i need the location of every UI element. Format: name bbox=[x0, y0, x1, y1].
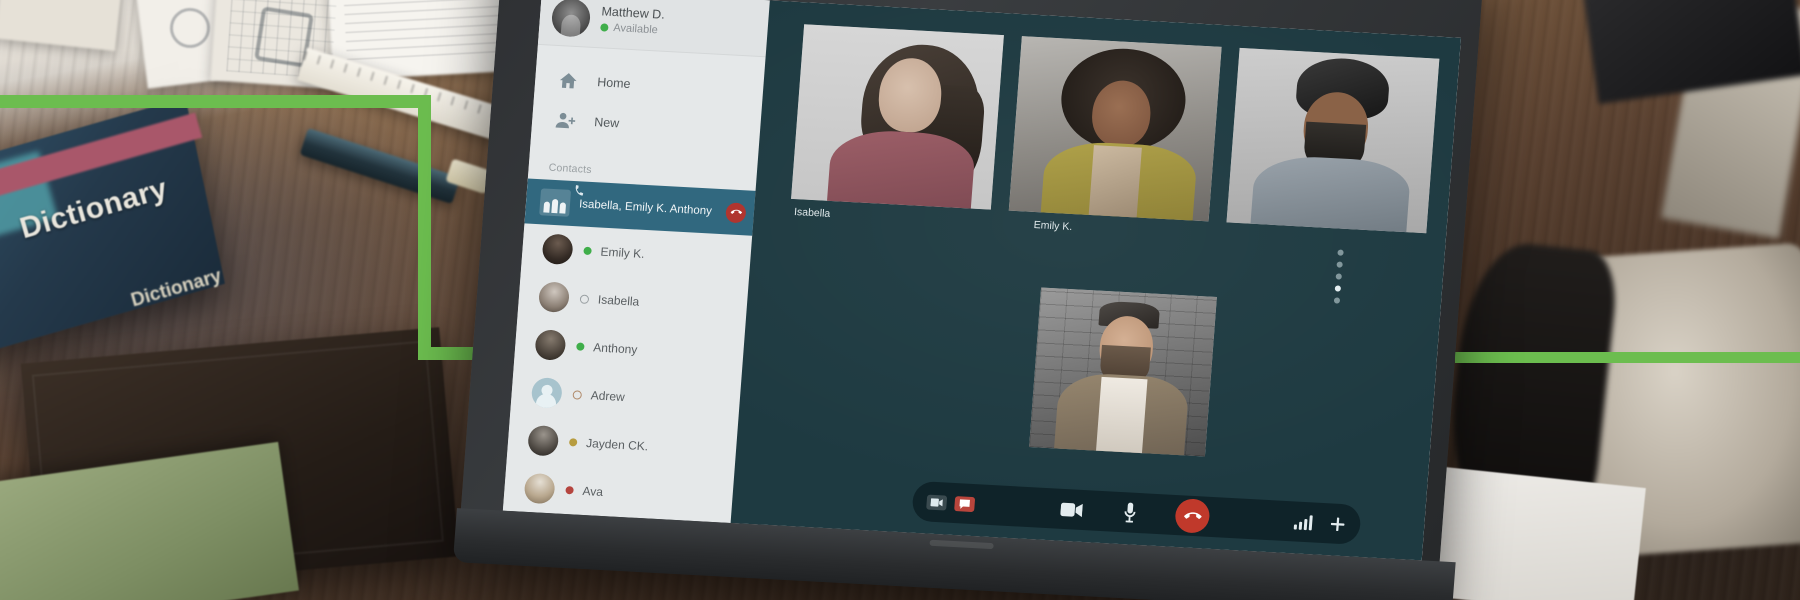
participant-tile-row: Isabella Emily K. bbox=[790, 24, 1442, 252]
green-accent-bar-right bbox=[1455, 352, 1800, 363]
status-dot bbox=[583, 246, 592, 256]
pager-dot-active[interactable] bbox=[1334, 285, 1342, 292]
participant-tile[interactable]: Anthony bbox=[1225, 47, 1440, 252]
status-dot bbox=[572, 389, 583, 400]
avatar bbox=[527, 424, 560, 457]
green-accent-bar-top bbox=[0, 95, 430, 108]
signal-bars-icon[interactable] bbox=[1293, 512, 1313, 531]
video-call-area: Isabella Emily K. bbox=[730, 0, 1462, 561]
contact-name: Emily K. bbox=[600, 244, 646, 261]
group-icon bbox=[539, 188, 572, 217]
contact-name: Anthony bbox=[592, 340, 638, 357]
home-icon bbox=[556, 69, 580, 92]
avatar bbox=[550, 0, 592, 38]
contact-name: Ava bbox=[582, 483, 604, 499]
active-conversation-label: Isabella, Emily K. Anthony bbox=[578, 197, 713, 218]
status-dot bbox=[568, 438, 578, 447]
status-dot bbox=[576, 342, 585, 351]
contact-name: Jayden CK. bbox=[585, 436, 649, 454]
status-dot bbox=[565, 485, 574, 495]
pager-dot[interactable] bbox=[1333, 297, 1341, 304]
video-camera-icon[interactable] bbox=[1059, 497, 1085, 522]
contact-name: Adrew bbox=[590, 388, 626, 405]
add-person-icon bbox=[553, 109, 577, 132]
microphone-icon[interactable] bbox=[1117, 500, 1143, 525]
laptop-screen: Matthew D. Available Home New Contacts I… bbox=[502, 0, 1462, 561]
green-accent-bar-vertical bbox=[418, 95, 431, 360]
video-feed bbox=[1008, 36, 1222, 222]
sidebar-item-new-label: New bbox=[593, 115, 620, 131]
sidebar-item-home-label: Home bbox=[596, 75, 632, 91]
video-feed bbox=[1226, 47, 1440, 234]
status-dot bbox=[579, 294, 590, 304]
contact-name: Isabella bbox=[597, 292, 640, 309]
pager-dot[interactable] bbox=[1337, 249, 1344, 256]
screenshot-stage: Dictionary Dictionary Matthew D. Availab… bbox=[0, 0, 1800, 600]
call-toolbar bbox=[911, 480, 1362, 545]
chat-bubble-icon[interactable] bbox=[954, 495, 976, 512]
profile-status-label: Available bbox=[612, 22, 659, 37]
avatar bbox=[537, 281, 571, 313]
hangup-icon[interactable] bbox=[725, 201, 747, 223]
avatar-placeholder bbox=[530, 377, 563, 409]
profile-status: Available bbox=[600, 20, 664, 38]
self-view-tile[interactable] bbox=[1029, 287, 1217, 457]
sidebar-nav: Home New bbox=[530, 45, 766, 161]
contacts-list: Emily K. Isabella Anthony Adrew Jayden C… bbox=[503, 223, 752, 523]
share-screen-icon[interactable] bbox=[926, 494, 948, 511]
participant-name: Isabella bbox=[793, 206, 831, 220]
plus-icon[interactable] bbox=[1328, 514, 1347, 533]
pager-dot[interactable] bbox=[1336, 261, 1343, 268]
status-dot-online bbox=[600, 23, 609, 33]
video-feed bbox=[791, 24, 1004, 210]
participant-name: Emily K. bbox=[1033, 218, 1073, 234]
sidebar: Matthew D. Available Home New Contacts I… bbox=[502, 0, 770, 523]
avatar bbox=[534, 329, 567, 361]
laptop-device: Matthew D. Available Home New Contacts I… bbox=[452, 0, 1484, 600]
pager-dot[interactable] bbox=[1335, 273, 1342, 280]
avatar bbox=[541, 233, 574, 266]
participant-tile[interactable]: Emily K. bbox=[1007, 36, 1222, 240]
participant-tile[interactable]: Isabella bbox=[790, 24, 1004, 228]
avatar bbox=[523, 472, 556, 505]
profile-name: Matthew D. bbox=[601, 4, 666, 22]
pager-dots[interactable] bbox=[1333, 249, 1344, 304]
hangup-phone-icon[interactable] bbox=[1174, 498, 1211, 534]
